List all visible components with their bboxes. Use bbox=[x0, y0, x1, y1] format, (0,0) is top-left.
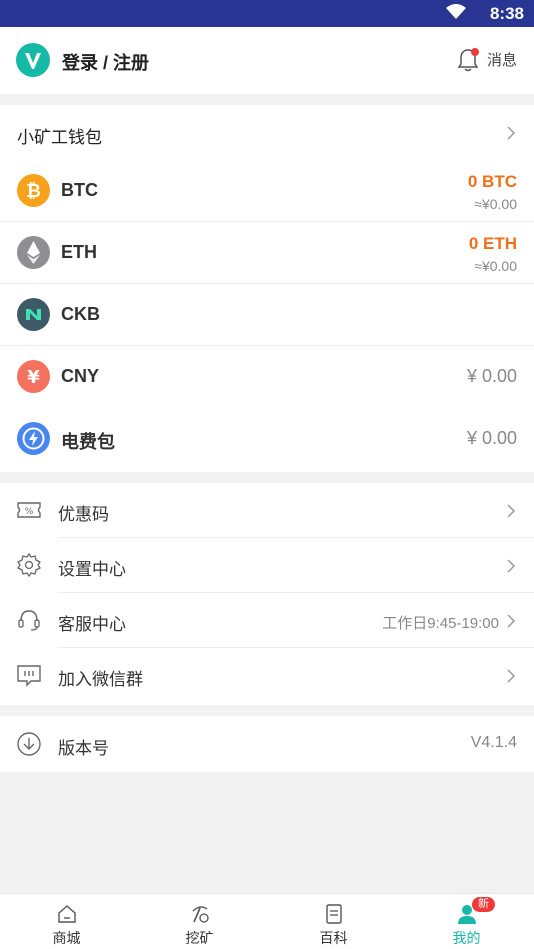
svg-text:₿: ₿ bbox=[26, 181, 41, 202]
bottom-tab-bar: 商城 挖矿 百科 新 我的 bbox=[0, 893, 534, 949]
chevron-right-icon bbox=[507, 614, 516, 628]
balance-value: ¥ 0.00 bbox=[466, 366, 517, 386]
coin-fiat-value: ≈¥0.00 bbox=[474, 258, 517, 274]
chevron-right-icon bbox=[507, 669, 516, 683]
ethereum-icon bbox=[17, 236, 50, 269]
header: 登录 / 注册 消息 bbox=[0, 27, 534, 94]
menu-item-coupon[interactable]: % 优惠码 bbox=[0, 483, 534, 538]
coin-name: CNY bbox=[61, 366, 100, 386]
version-row[interactable]: 版本号 V4.1.4 bbox=[0, 716, 534, 772]
coin-amount: 0 BTC bbox=[467, 172, 517, 191]
status-bar: 8:38 bbox=[0, 0, 534, 27]
balance-value: ¥ 0.00 bbox=[466, 428, 517, 448]
coin-name: CKB bbox=[61, 304, 100, 324]
chevron-right-icon bbox=[507, 504, 516, 518]
service-hours: 工作日9:45-19:00 bbox=[382, 615, 499, 632]
wifi-icon bbox=[446, 4, 466, 19]
lightning-icon bbox=[17, 422, 50, 455]
yuan-icon: ¥ bbox=[17, 360, 50, 393]
wallet-title[interactable]: 小矿工钱包 bbox=[17, 123, 102, 148]
coin-name: BTC bbox=[61, 180, 98, 200]
wallet-section: 小矿工钱包 ₿ BTC 0 BTC ≈¥0.00 ETH 0 ETH ≈¥0.0… bbox=[0, 105, 534, 472]
bell-icon[interactable] bbox=[456, 47, 480, 73]
menu-label: 加入微信群 bbox=[58, 670, 143, 689]
bitcoin-icon: ₿ bbox=[17, 174, 50, 207]
coin-amount: 0 ETH bbox=[468, 234, 517, 253]
settings-menu: % 优惠码 设置中心 客服中心 工作日9:45-19:00 加入微信群 bbox=[0, 483, 534, 705]
tab-mine[interactable]: 新 我的 bbox=[400, 894, 533, 949]
menu-item-wechat-group[interactable]: 加入微信群 bbox=[0, 648, 534, 703]
wallet-row-eth[interactable]: ETH 0 ETH ≈¥0.00 bbox=[0, 222, 534, 284]
tab-label: 挖矿 bbox=[185, 930, 214, 946]
wallet-row-btc[interactable]: ₿ BTC 0 BTC ≈¥0.00 bbox=[0, 160, 534, 222]
menu-label: 优惠码 bbox=[58, 505, 109, 524]
menu-item-customer-service[interactable]: 客服中心 工作日9:45-19:00 bbox=[0, 593, 534, 648]
version-value: V4.1.4 bbox=[470, 734, 517, 751]
app-logo-icon bbox=[16, 43, 50, 77]
tab-label: 我的 bbox=[452, 930, 481, 946]
download-icon bbox=[17, 732, 41, 756]
messages-button[interactable]: 消息 bbox=[487, 49, 517, 70]
tab-mall[interactable]: 商城 bbox=[0, 894, 133, 949]
coin-name: ETH bbox=[61, 242, 97, 262]
login-register-link[interactable]: 登录 / 注册 bbox=[62, 49, 149, 75]
wallet-row-cny[interactable]: ¥ CNY ¥ 0.00 bbox=[0, 346, 534, 408]
svg-text:¥: ¥ bbox=[27, 367, 40, 388]
tab-mining[interactable]: 挖矿 bbox=[133, 894, 266, 949]
tab-label: 商城 bbox=[52, 930, 81, 946]
new-badge: 新 bbox=[472, 897, 495, 912]
clock: 8:38 bbox=[489, 4, 524, 23]
coin-fiat-value: ≈¥0.00 bbox=[474, 196, 517, 212]
svg-text:%: % bbox=[25, 507, 34, 517]
menu-label: 设置中心 bbox=[58, 560, 126, 579]
chevron-right-icon bbox=[507, 559, 516, 573]
menu-label: 客服中心 bbox=[58, 615, 126, 634]
headset-icon bbox=[18, 610, 40, 631]
pickaxe-icon bbox=[192, 906, 209, 923]
gear-icon bbox=[17, 552, 41, 578]
coupon-icon: % bbox=[17, 502, 41, 518]
menu-item-settings[interactable]: 设置中心 bbox=[0, 538, 534, 593]
home-icon bbox=[58, 905, 76, 923]
version-label: 版本号 bbox=[58, 739, 109, 758]
ckb-icon bbox=[17, 298, 50, 331]
wallet-row-ckb[interactable]: CKB bbox=[0, 284, 534, 346]
tab-label: 百科 bbox=[319, 930, 348, 946]
wallet-row-electricity[interactable]: 电费包 ¥ 0.00 bbox=[0, 408, 534, 470]
chat-icon bbox=[17, 665, 41, 687]
book-icon bbox=[326, 904, 342, 924]
chevron-right-icon[interactable] bbox=[506, 125, 516, 141]
coin-name: 电费包 bbox=[61, 432, 115, 452]
tab-wiki[interactable]: 百科 bbox=[267, 894, 400, 949]
